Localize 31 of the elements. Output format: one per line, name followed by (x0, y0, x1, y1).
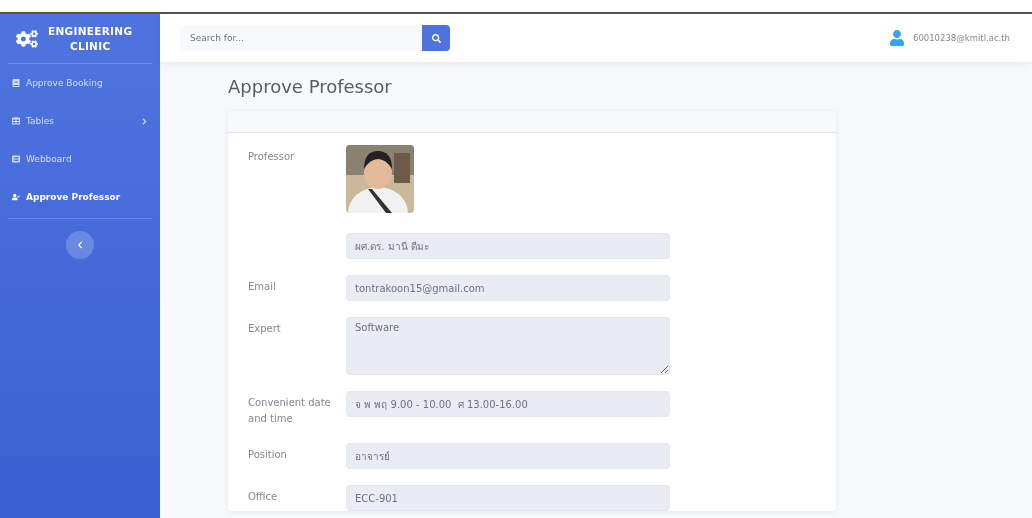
book-icon (12, 79, 20, 87)
field-label: Email (248, 280, 277, 294)
sidebar-item[interactable]: Tables (8, 102, 152, 140)
chevron-left-icon (76, 241, 84, 249)
search-field[interactable]: Search for... (180, 25, 422, 51)
field-label: Professor (248, 150, 296, 164)
field-label: Office (248, 490, 279, 504)
user-email[interactable]: 60010238@kmitl.ac.th (912, 33, 1010, 43)
page-title: Approve Professor (228, 76, 393, 97)
board-icon (12, 155, 20, 163)
field-label: Position (248, 448, 288, 462)
input-field[interactable]: ECC-901 (346, 485, 670, 511)
input-field[interactable]: ผศ.ดร. มานี ดีมะ (346, 233, 670, 259)
user-check-icon (12, 193, 20, 201)
brand-name: ENGINEERING CLINIC (48, 23, 133, 54)
input-field[interactable]: tontrakoon15@gmail.com (346, 275, 670, 301)
sidebar-item[interactable]: Approve Booking (8, 64, 152, 102)
text-area[interactable]: Software (346, 317, 670, 375)
input-field[interactable]: อาจารย์ (346, 443, 670, 469)
search-button[interactable] (422, 25, 450, 51)
search-icon (431, 33, 441, 43)
input-field[interactable]: จ พ พฤ 9.00 - 10.00 ศ 13.00-16.00 (346, 391, 670, 417)
user-icon[interactable] (888, 30, 905, 46)
chevron-icon (141, 117, 148, 125)
table-icon (12, 117, 20, 125)
field-label: Convenient date and time (248, 396, 332, 426)
gears-icon (16, 27, 38, 50)
sidebar-item[interactable]: Approve Professor (8, 178, 152, 216)
collapse-button[interactable] (66, 231, 94, 259)
sidebar-item[interactable]: Webboard (8, 140, 152, 178)
field-label: Expert (248, 322, 282, 336)
